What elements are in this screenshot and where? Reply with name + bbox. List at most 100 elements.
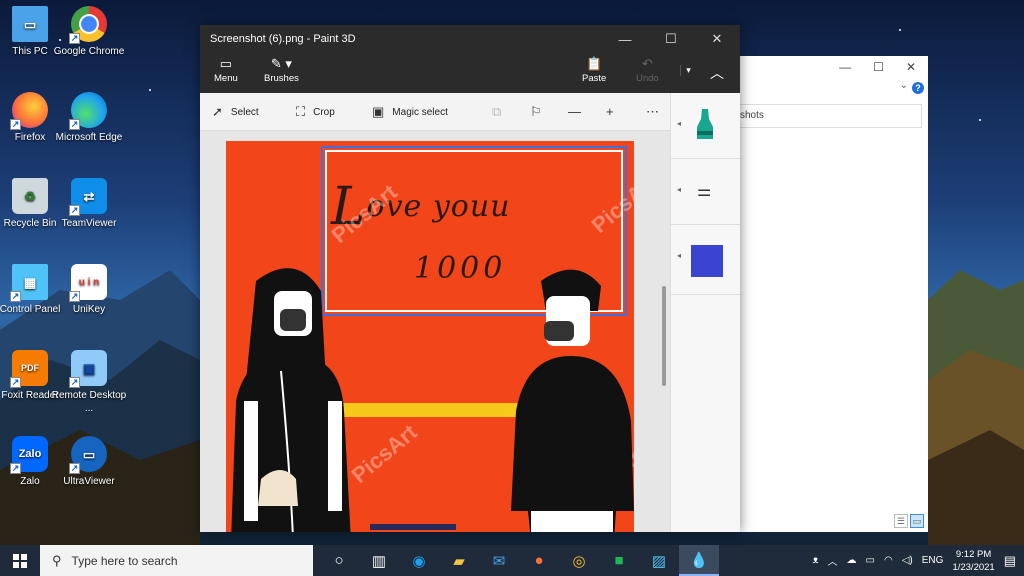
help-icon[interactable]: ? — [912, 82, 924, 94]
select-label: Select — [230, 106, 259, 118]
collapse-ribbon-icon[interactable]: ︿ — [710, 63, 724, 83]
search-icon: ⚲ — [52, 552, 62, 568]
large-icons-view-icon[interactable]: ▭ — [910, 514, 924, 528]
language-indicator[interactable]: ENG — [922, 555, 944, 566]
close-icon[interactable]: ✕ — [694, 31, 740, 47]
color-section[interactable]: ◂ — [671, 225, 740, 295]
address-text: shots — [740, 110, 764, 121]
undo-label: Undo — [636, 73, 659, 84]
canvas-image[interactable]: Love youu 1000 PicsArt PicsArt PicsArt P… — [226, 141, 634, 532]
search-placeholder: Type here to search — [71, 553, 178, 568]
paste-button[interactable]: 📋 Paste — [582, 55, 606, 84]
woman-illustration — [231, 268, 351, 532]
folder-icon: ▭ — [219, 56, 233, 71]
start-button[interactable] — [0, 545, 40, 576]
recycle-bin-icon: ♻ — [12, 178, 48, 214]
explorer-titlebar: — ☐ ✕ — [740, 56, 928, 78]
desktop-icon-unikey[interactable]: u i n ↗ UniKey — [51, 264, 127, 316]
view-toggle[interactable]: ☰ ▭ — [894, 514, 924, 528]
vertical-scrollbar[interactable] — [662, 286, 666, 386]
maximize-icon[interactable]: ☐ — [648, 31, 694, 47]
edge-icon: ↗ — [69, 92, 107, 130]
taskbar-firefox-icon[interactable]: ● — [519, 545, 559, 576]
desktop-icon-label: TeamViewer — [61, 218, 117, 229]
firefox-icon: ↗ — [10, 92, 48, 130]
cloud-icon[interactable]: ☁ — [847, 555, 857, 566]
expand-icon[interactable]: ◂ — [677, 119, 681, 128]
desktop-icon-microsoft-edge[interactable]: ↗ Microsoft Edge — [51, 92, 127, 144]
file-explorer-window[interactable]: — ☐ ✕ ⌄ ? shots ☰ ▭ — [740, 56, 928, 532]
desktop-icon-teamviewer[interactable]: ⇄ ↗ TeamViewer — [51, 178, 127, 230]
people-icon[interactable]: ᴥ — [812, 555, 818, 566]
crop-icon: ⛶ — [296, 104, 306, 119]
search-box[interactable]: ⚲ Type here to search — [40, 545, 313, 576]
task-view-icon[interactable]: ▥ — [359, 545, 399, 576]
teamviewer-icon: ⇄ ↗ — [69, 178, 107, 216]
undo-button[interactable]: ↶ Undo — [636, 55, 659, 84]
minimize-icon[interactable]: — — [839, 60, 851, 74]
notifications-icon[interactable]: ▤ — [1004, 553, 1016, 569]
mail-icon[interactable]: ✉ — [479, 545, 519, 576]
magic-select-label: Magic select — [392, 106, 448, 118]
control-panel-icon: ▦ ↗ — [10, 264, 48, 302]
copy-icon[interactable]: ⧉ — [492, 104, 501, 120]
taskbar-edge-icon[interactable]: ◉ — [399, 545, 439, 576]
windows-logo-icon — [13, 553, 27, 568]
zoom-out-icon[interactable]: — — [568, 104, 581, 119]
desktop-icon-remote-desktop[interactable]: ▣ ↗ Remote Desktop ... — [51, 350, 127, 415]
taskbar-paint3d-icon[interactable]: 💧 — [679, 545, 719, 576]
bottom-bar — [370, 524, 456, 530]
desktop-icon-ultraviewer[interactable]: ▭ ↗ UltraViewer — [51, 436, 127, 488]
paint3d-window[interactable]: Screenshot (6).png - Paint 3D — ☐ ✕ ▭ Me… — [200, 25, 740, 532]
minimize-icon[interactable]: — — [602, 32, 648, 47]
sliders-icon[interactable]: ⚌ — [697, 181, 711, 201]
spotify-icon[interactable]: ■ — [599, 545, 639, 576]
clock[interactable]: 9:12 PM 1/23/2021 — [952, 548, 994, 574]
chevron-down-icon[interactable]: ⌄ — [900, 80, 908, 91]
man-illustration — [511, 269, 634, 532]
history-dropdown[interactable]: ▾ — [680, 65, 696, 76]
details-view-icon[interactable]: ☰ — [894, 514, 908, 528]
expand-icon[interactable]: ◂ — [677, 185, 681, 194]
adjust-section[interactable]: ◂ ⚌ — [671, 159, 740, 225]
desktop-icon-google-chrome[interactable]: ↗ Google Chrome — [51, 6, 127, 58]
wifi-icon[interactable]: ◠ — [884, 555, 893, 566]
canvas-area[interactable]: Love youu 1000 PicsArt PicsArt PicsArt P… — [200, 131, 670, 532]
desktop-icon-label: Remote Desktop ... — [51, 390, 127, 414]
expand-icon[interactable]: ◂ — [677, 251, 681, 260]
taskbar-chrome-icon[interactable]: ◎ — [559, 545, 599, 576]
address-bar[interactable]: shots — [740, 104, 922, 128]
file-explorer-icon[interactable]: ▰ — [439, 545, 479, 576]
volume-icon[interactable]: ◁) — [902, 555, 913, 566]
menu-label: Menu — [214, 73, 238, 84]
color-swatch[interactable] — [691, 245, 723, 277]
select-tool[interactable]: ➚ Select — [212, 104, 259, 120]
close-icon[interactable]: ✕ — [906, 60, 916, 74]
selection-toolbar: ➚ Select ⛶ Crop ▣ Magic select ⧉ ⚐ — + ⋯ — [200, 93, 740, 131]
show-hidden-icons-icon[interactable]: ︿ — [828, 553, 838, 568]
remote-desktop-icon: ▣ ↗ — [69, 350, 107, 388]
taskbar: ⚲ Type here to search ○ ▥ ◉ ▰ ✉ ● ◎ ■ ▨ … — [0, 545, 1024, 576]
battery-icon[interactable]: ▭ — [866, 555, 875, 566]
paint3d-ribbon: ▭ Menu ✎ ▾ Brushes 📋 Paste ↶ Undo ▾ ︿ — [200, 53, 740, 93]
maximize-icon[interactable]: ☐ — [873, 60, 884, 74]
magic-select-tool[interactable]: ▣ Magic select — [372, 104, 448, 120]
paste-label: Paste — [582, 73, 607, 84]
paint3d-titlebar: Screenshot (6).png - Paint 3D — ☐ ✕ — [200, 25, 740, 53]
desktop-icon-label: UniKey — [72, 304, 106, 315]
zalo-icon: Zalo ↗ — [10, 436, 48, 474]
unikey-icon: u i n ↗ — [69, 264, 107, 302]
desktop-icon-label: Zalo — [20, 476, 40, 487]
zoom-in-icon[interactable]: + — [606, 104, 614, 119]
crop-tool[interactable]: ⛶ Crop — [296, 104, 335, 120]
desktop-icon-label: UltraViewer — [63, 476, 115, 487]
menu-button[interactable]: ▭ Menu — [214, 55, 238, 84]
brushes-button[interactable]: ✎ ▾ Brushes — [264, 55, 299, 84]
more-options-icon[interactable]: ⋯ — [646, 104, 659, 120]
flag-icon[interactable]: ⚐ — [530, 104, 542, 120]
measuring-tape — [341, 403, 521, 417]
photos-icon[interactable]: ▨ — [639, 545, 679, 576]
brush-icon: ✎ ▾ — [270, 56, 292, 71]
cortana-icon[interactable]: ○ — [319, 545, 359, 576]
brush-section[interactable]: ◂ — [671, 93, 740, 159]
